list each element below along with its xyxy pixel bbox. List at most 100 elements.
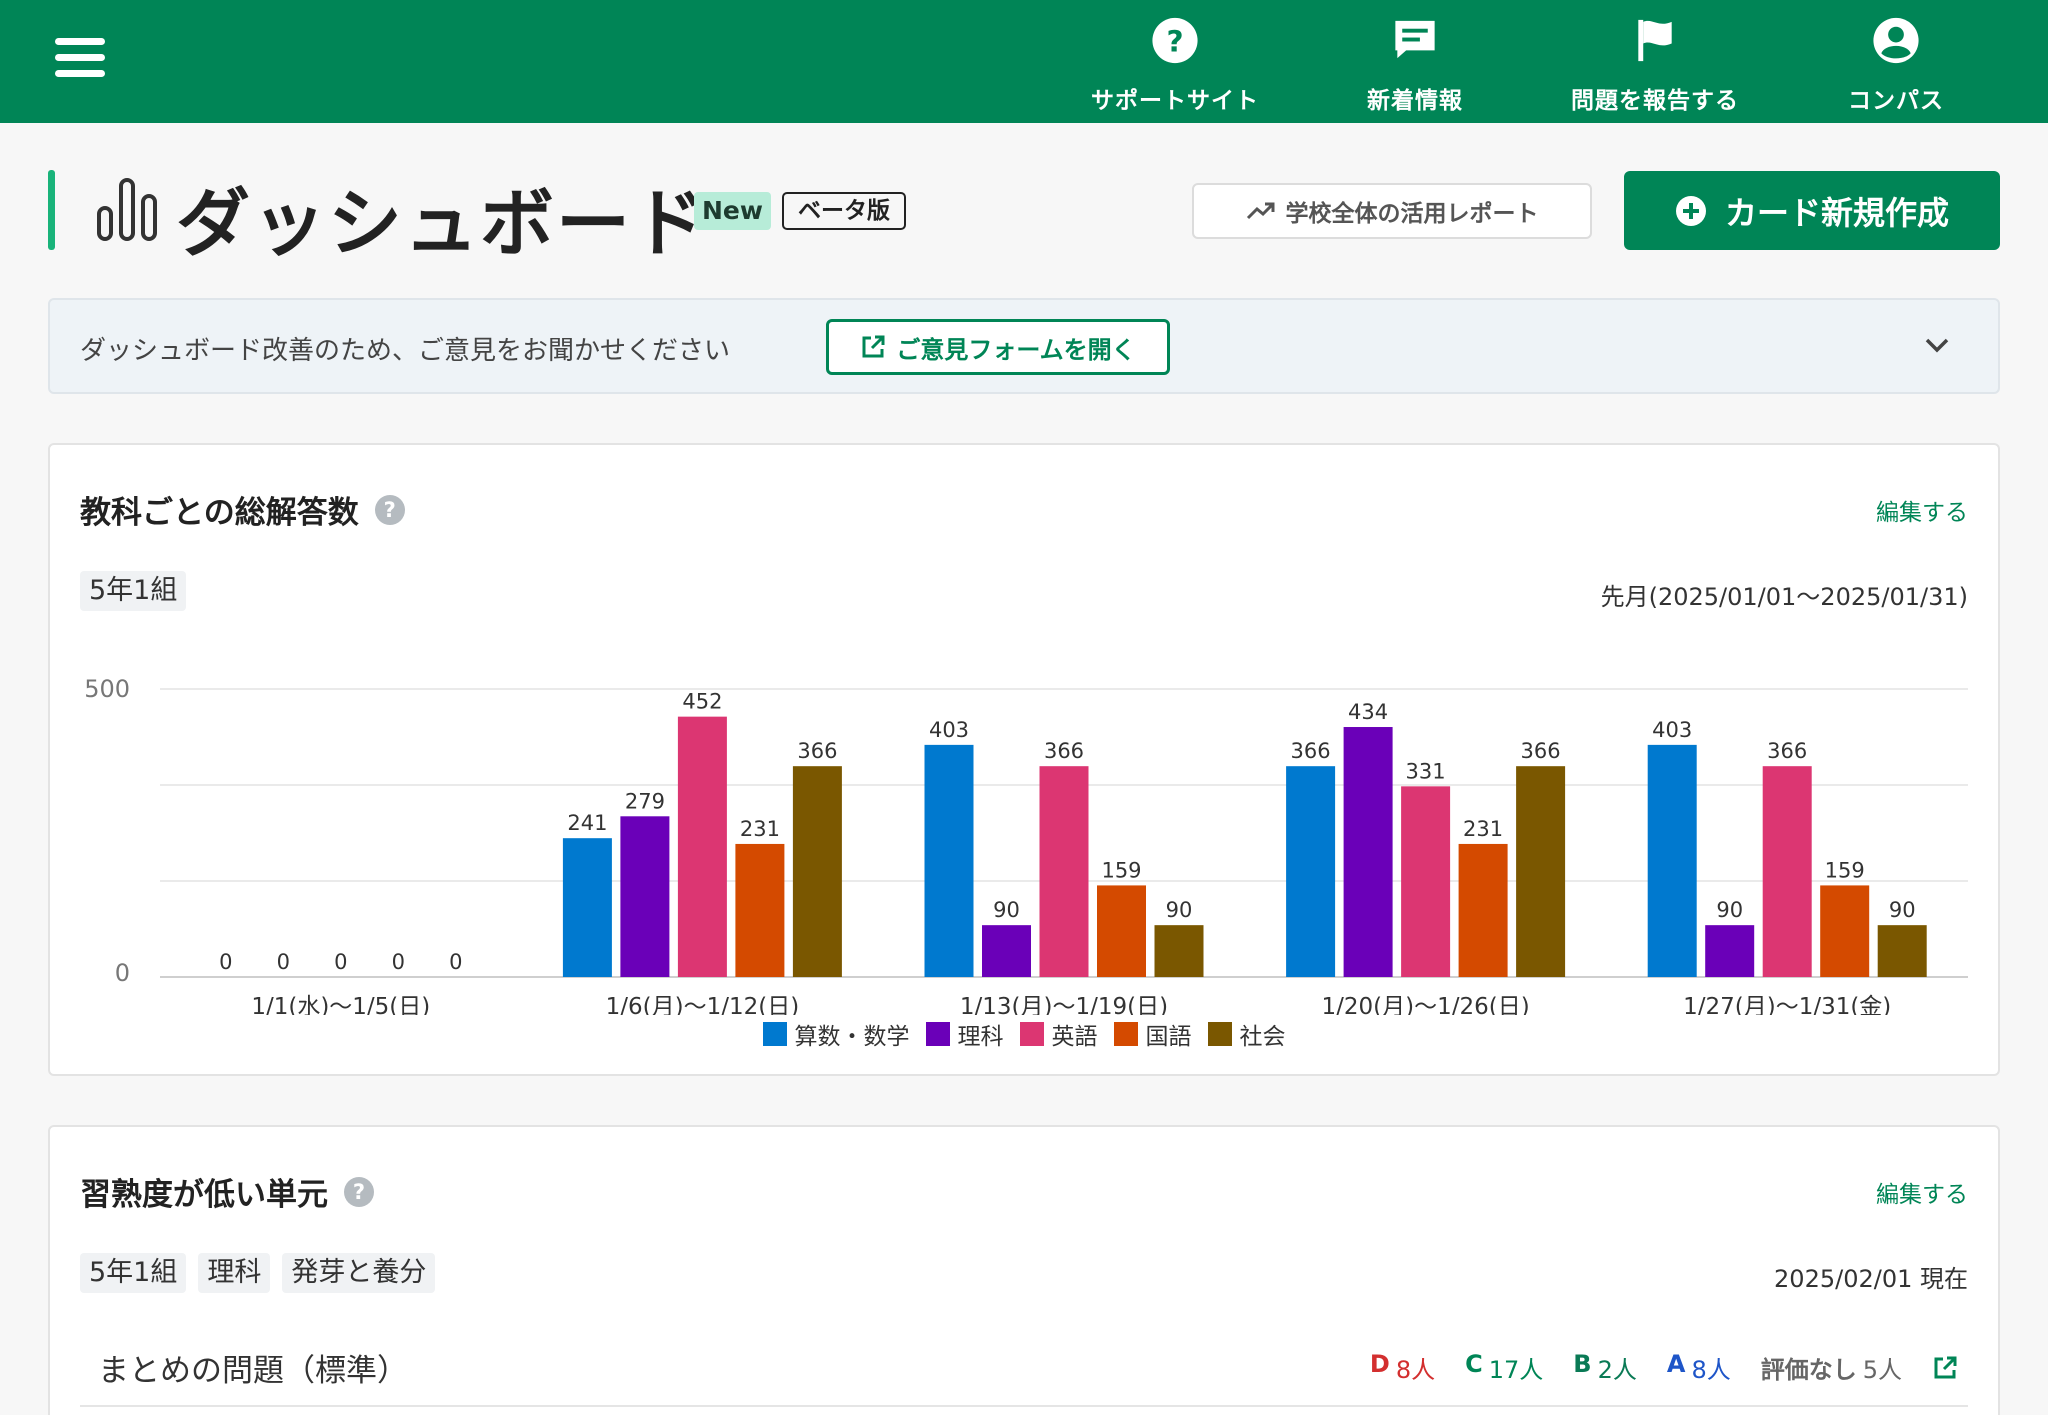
data-label: 403 [1652,718,1692,742]
data-label: 366 [1767,739,1807,763]
data-label: 366 [1291,739,1331,763]
card-title-text: 習熟度が低い単元 [80,1177,328,1213]
grade-stat: D 8人 [1370,1350,1435,1385]
legend-swatch [1113,1022,1138,1046]
bar [1516,766,1566,977]
data-label: 159 [1101,858,1141,882]
subject-tag: 理科 [198,1253,271,1293]
bar [1820,885,1870,977]
data-label: 331 [1406,759,1446,783]
bar [1343,727,1393,977]
grade-letter: C [1465,1350,1483,1378]
create-card-button[interactable]: カード新規作成 [1624,171,2000,250]
data-label: 403 [929,718,969,742]
legend-item[interactable]: 算数・数学 [762,1017,910,1051]
x-tick-label: 1/6(月)〜1/12(日) [606,994,800,1015]
grade-count: 2人 [1597,1356,1637,1384]
bar [1401,786,1451,977]
grade-count: 17人 [1488,1356,1544,1384]
class-tag: 5年1組 [80,571,187,611]
feedback-banner: ダッシュボード改善のため、ご意見をお聞かせください ご意見フォームを開く [48,298,2000,394]
data-label: 366 [1521,739,1561,763]
data-label: 366 [1044,739,1084,763]
legend-swatch [1019,1022,1044,1046]
low-mastery-units-card: 習熟度が低い単元 ? 編集する 5年1組 理科 発芽と養分 2025/02/01 現… [48,1125,2000,1415]
bar [1154,925,1204,977]
legend-swatch [925,1022,950,1046]
unit-row-title: まとめの問題（標準） [98,1353,408,1389]
help-icon[interactable]: ? [344,1176,374,1207]
school-usage-report-button[interactable]: 学校全体の活用レポート [1192,183,1592,239]
grade-stat: 評価なし 5人 [1761,1350,1902,1385]
chevron-down-icon[interactable] [1922,330,1952,360]
edit-link[interactable]: 編集する [1876,493,1968,527]
data-label: 231 [1463,817,1503,841]
data-label: 0 [392,950,405,974]
help-circle-icon: ? [1152,17,1198,64]
x-tick-label: 1/1(水)〜1/5(日) [251,994,430,1015]
date-range: 先月(2025/01/01〜2025/01/31) [1600,583,1968,611]
beta-badge: ベータ版 [782,192,906,230]
data-label: 90 [1166,898,1193,922]
legend-item[interactable]: 国語 [1113,1017,1192,1051]
legend-item[interactable]: 英語 [1019,1017,1098,1051]
legend-swatch [762,1022,787,1046]
bar [1097,885,1146,977]
plus-circle-icon [1675,195,1706,226]
create-button-label: カード新規作成 [1724,193,1949,232]
grade-stat: C 17人 [1465,1350,1543,1385]
nav-news[interactable]: 新着情報 [1352,10,1478,115]
grade-stat: B 2人 [1573,1350,1637,1385]
bar [1877,925,1927,977]
help-icon[interactable]: ? [374,494,405,525]
bar-chart: 500 0 0 0 0 0 0 1/1(水)〜1/5(日) 241 279 452 231 366 1/6… [84,675,1968,1015]
nav-support-site[interactable]: ? サポートサイト [1091,10,1259,115]
grade-count: 8人 [1691,1356,1731,1384]
card-title-text: 教科ごとの総解答数 [80,495,359,531]
legend-item[interactable]: 社会 [1207,1017,1286,1051]
legend-label: 社会 [1239,1024,1286,1050]
data-label: 0 [334,950,347,974]
data-label: 159 [1825,858,1865,882]
bar [792,766,842,977]
nav-label: 新着情報 [1367,88,1463,114]
data-label: 452 [682,690,722,714]
data-label: 0 [219,950,232,974]
as-of-date: 2025/02/01 現在 [1774,1265,1968,1293]
legend-item[interactable]: 理科 [925,1017,1004,1051]
bar [1705,925,1755,977]
bar [1647,744,1697,977]
menu-icon[interactable] [55,38,105,78]
bar [1039,766,1089,977]
svg-text:?: ? [1166,24,1183,58]
external-link-icon[interactable] [1932,1355,1958,1381]
grade-letter: D [1369,1350,1390,1378]
account-icon [1873,17,1919,64]
nav-label: コンパス [1848,88,1944,114]
nav-label: サポートサイト [1091,88,1259,114]
edit-link[interactable]: 編集する [1876,1175,1968,1209]
bar-chart-icon [97,178,157,241]
class-tag: 5年1組 [80,1253,187,1293]
data-label: 241 [567,811,607,835]
card-title: 習熟度が低い単元 ? [80,1169,374,1214]
flag-icon [1638,19,1672,62]
answers-by-subject-card: 教科ごとの総解答数 ? 編集する 5年1組 先月(2025/01/01〜2025… [48,443,2000,1076]
card-title: 教科ごとの総解答数 ? [80,487,405,532]
nav-compass[interactable]: コンパス [1844,10,1948,115]
trending-up-icon [1246,202,1274,220]
data-label: 0 [277,950,290,974]
external-link-icon [862,335,885,358]
page-title: ダッシュボード [176,181,708,267]
unit-tag: 発芽と養分 [282,1253,436,1293]
filter-tags: 5年1組 理科 発芽と養分 [80,1253,447,1293]
message-icon [1395,20,1435,59]
nav-report-problem[interactable]: 問題を報告する [1570,10,1740,115]
open-feedback-form-button[interactable]: ご意見フォームを開く [826,319,1170,375]
new-badge: New [694,192,771,230]
data-label: 0 [449,950,462,974]
data-label: 90 [1889,898,1916,922]
data-label: 366 [797,739,837,763]
x-tick-label: 1/27(月)〜1/31(金) [1683,994,1891,1015]
legend-label: 算数・数学 [794,1024,910,1050]
